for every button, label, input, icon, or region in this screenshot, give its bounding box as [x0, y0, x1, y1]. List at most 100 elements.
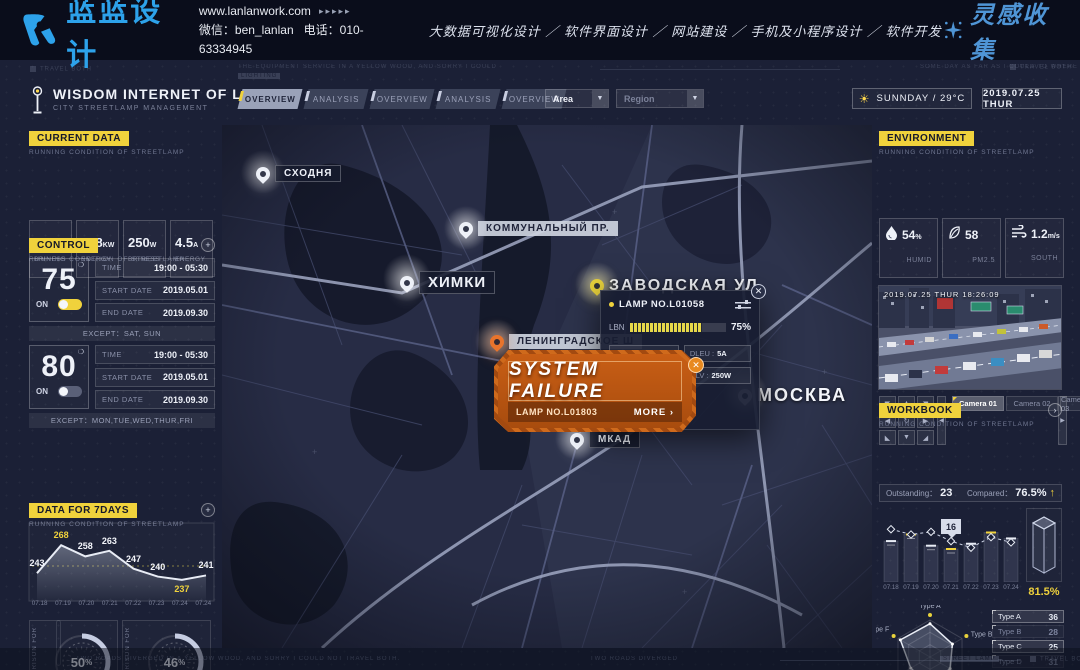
- brand-logo-icon: [22, 10, 58, 50]
- environment-header: ENVIRONMENT RUNNING CONDITION OF STREETL…: [879, 128, 1035, 156]
- svg-text:Type F: Type F: [876, 627, 889, 634]
- brightness-level: ❍ 80 ON: [29, 345, 89, 409]
- map-pin-icon[interactable]: [253, 164, 273, 184]
- inspiration-collect[interactable]: 灵感收集: [942, 0, 1060, 65]
- map-pin-icon[interactable]: [567, 430, 587, 450]
- tab-analysis-3[interactable]: ANALYSIS: [436, 89, 501, 109]
- alert-lamp-id: LAMP NO.L01803: [516, 407, 597, 417]
- alert-more-button[interactable]: MORE ›: [634, 407, 674, 418]
- lbn-progress-bar: [630, 323, 726, 332]
- current-data-header: CURRENT DATA RUNNING CONDITION OF STREET…: [29, 128, 185, 156]
- except-days: EXCEPT：SAT, SUN: [29, 326, 215, 341]
- sparkle-icon: [942, 17, 964, 43]
- seven-days-x-labels: 07.1807.1907.2007.2107.2207.2307.2407.24: [28, 600, 215, 607]
- tab-overview-2[interactable]: OVERVIEW: [370, 89, 435, 109]
- chevron-down-icon[interactable]: ▼: [592, 90, 608, 107]
- dpad-button-6[interactable]: ◣: [879, 430, 896, 445]
- deco-line: [600, 69, 840, 70]
- schedule-row[interactable]: END DATE2019.09.30: [95, 303, 215, 322]
- environment-stats: 54%HUMID 58PM2.5 1.2m/sSOUTH: [879, 218, 1064, 278]
- sun-icon: ☀: [859, 92, 871, 106]
- except-days: EXCEPT：MON,TUE,WED,THUR,FRI: [29, 413, 215, 428]
- site-url[interactable]: www.lanlanwork.com: [199, 2, 311, 21]
- dpad-button-8[interactable]: ◢: [917, 430, 934, 445]
- schedule-block-1: ❍ 75 ON TIME19:00 - 05:30START DATE2019.…: [29, 258, 215, 344]
- schedule-row[interactable]: TIME19:00 - 05:30: [95, 258, 215, 277]
- city-map[interactable]: ++++ СХОДНЯ КОММУНАЛЬНЫЙ ПР. ХИМКИ ЗАВОД…: [222, 125, 872, 648]
- schedule-row[interactable]: TIME19:00 - 05:30: [95, 345, 215, 364]
- map-label[interactable]: ХИМКИ: [400, 271, 495, 294]
- alert-title: SYSTEM FAILURE: [508, 361, 682, 401]
- env-stat-humid: 54%HUMID: [879, 218, 938, 278]
- tab-overview-0[interactable]: OVERVIEW: [238, 89, 303, 109]
- power-toggle[interactable]: [58, 386, 82, 397]
- lbn-label: LBN: [609, 323, 625, 332]
- map-label[interactable]: МКАД: [570, 431, 640, 448]
- region-select[interactable]: Region ▼: [616, 89, 704, 108]
- workbook-next-button[interactable]: ›: [1048, 403, 1062, 417]
- env-stat-pm25: 58PM2.5: [942, 218, 1001, 278]
- brand-logo[interactable]: 蓝蓝设计: [22, 0, 177, 74]
- date-text: 2019.07.25 THUR: [983, 88, 1061, 110]
- chevron-down-icon[interactable]: ▼: [687, 90, 703, 107]
- data-point-label: 263: [102, 536, 117, 546]
- data-point-label: 268: [54, 530, 69, 540]
- compared-value: 76.5%: [1015, 487, 1046, 499]
- page: 蓝蓝设计 www.lanlanwork.com ▸▸▸▸▸ 微信：ben_lan…: [0, 0, 1080, 670]
- dpad-button-7[interactable]: ▼: [898, 430, 915, 445]
- area-select[interactable]: Area ▼: [545, 89, 609, 108]
- footer-strip: TWO ROADS DIVERGED IN A YELLOW WOOD, AND…: [0, 648, 1080, 670]
- weather-box: ☀ SUNNDAY / 29°C: [852, 88, 972, 109]
- map-pin-icon[interactable]: [456, 219, 476, 239]
- map-label[interactable]: КОММУНАЛЬНЫЙ ПР.: [459, 221, 618, 236]
- power-toggle[interactable]: [58, 299, 82, 310]
- svg-text:Type A: Type A: [919, 605, 941, 610]
- map-pin-icon[interactable]: [397, 273, 417, 293]
- data-point-label: 241: [198, 560, 213, 570]
- sliders-icon[interactable]: [735, 300, 751, 310]
- deco-text-1: THE EQUIPMENT SERVICE IN A YELLOW WOOD, …: [238, 64, 497, 70]
- humidity-icon: [885, 225, 898, 245]
- footer-check: TRAVEL BOTH: [1030, 656, 1080, 663]
- popup-lamp-id: LAMP NO.L01058: [619, 299, 705, 310]
- camera-feed[interactable]: 2019.07.25 THUR 18:26:09: [878, 285, 1062, 390]
- env-stat-south: 1.2m/sSOUTH: [1005, 218, 1064, 278]
- collect-label: 灵感收集: [970, 0, 1060, 65]
- map-label[interactable]: СХОДНЯ: [256, 165, 341, 182]
- popup-close-button[interactable]: ✕: [751, 284, 766, 299]
- lamp-status-dot: [609, 302, 614, 307]
- wind-icon: [1011, 225, 1027, 243]
- camera-timestamp: 2019.07.25 THUR 18:26:09: [884, 290, 1000, 299]
- schedule-row[interactable]: START DATE2019.05.01: [95, 281, 215, 300]
- tab-bar: OVERVIEWANALYSISOVERVIEWANALYSISOVERVIEW: [240, 89, 564, 109]
- schedule-row[interactable]: END DATE2019.09.30: [95, 390, 215, 409]
- control-expand-button[interactable]: +: [201, 238, 215, 252]
- site-header: 蓝蓝设计 www.lanlanwork.com ▸▸▸▸▸ 微信：ben_lan…: [0, 0, 1080, 60]
- system-failure-alert: SYSTEM FAILURE LAMP NO.L01803 MORE ›: [494, 350, 696, 432]
- radar-legend-type-a[interactable]: Type A36: [992, 610, 1064, 623]
- camera-next-button[interactable]: ▶: [1058, 396, 1067, 445]
- data-point-label: 237: [174, 584, 189, 594]
- tab-analysis-1[interactable]: ANALYSIS: [304, 89, 369, 109]
- weather-text: SUNNDAY / 29°C: [877, 93, 966, 104]
- url-arrows-icon: ▸▸▸▸▸: [319, 2, 352, 21]
- seven-days-expand-button[interactable]: +: [201, 503, 215, 517]
- data-point-label: 247: [126, 554, 141, 564]
- radar-legend-type-b[interactable]: Type B28: [992, 625, 1064, 638]
- date-box: 2019.07.25 THUR: [982, 88, 1062, 109]
- environment-badge: ENVIRONMENT: [879, 131, 974, 146]
- schedule-block-2: ❍ 80 ON TIME19:00 - 05:30 START DATE2019.…: [29, 345, 215, 431]
- streetlamp-icon: [30, 86, 45, 116]
- workbook-badge: WORKBOOK: [879, 403, 961, 418]
- footer-text-2: TWO ROADS DIVERGED: [590, 656, 678, 662]
- trend-up-icon: ↑: [1050, 487, 1056, 499]
- dashboard: TRAVEL BOTH THE EQUIPMENT SERVICE IN A Y…: [0, 60, 1080, 670]
- alert-close-button[interactable]: ✕: [688, 357, 704, 373]
- schedule-row[interactable]: START DATE2019.05.01: [95, 368, 215, 387]
- workbook-header: WORKBOOK RUNNING CONDITION OF STREETLAMP: [879, 400, 1035, 428]
- bulb-icon: ❍: [78, 348, 84, 356]
- seven-days-chart: 243268258263247240237241: [28, 522, 215, 602]
- workbook-cube: [1026, 508, 1062, 582]
- data-point-label: 258: [78, 541, 93, 551]
- map-pin-icon[interactable]: [487, 332, 507, 352]
